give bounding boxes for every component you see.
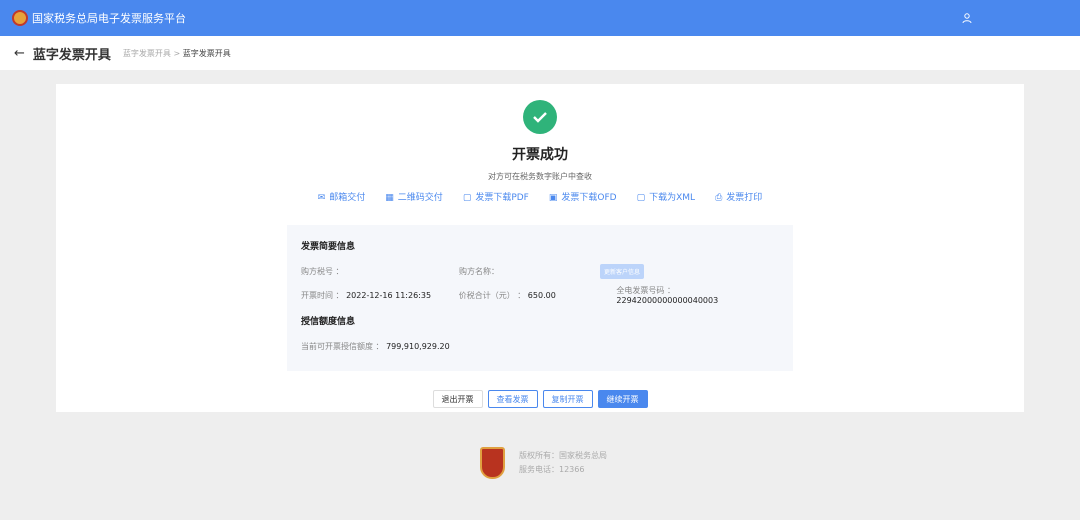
tax-bureau-logo	[480, 447, 505, 479]
page-title: 蓝字发票开具	[32, 47, 111, 63]
invoice-info-panel: 发票简要信息 购方税号 ： 购方名称： 更新客户信息 开票时间 ： 2022-1…	[287, 225, 793, 371]
buyer-tax-label: 购方税号 ：	[301, 266, 344, 276]
total-value: 650.00	[527, 290, 556, 300]
result-title: 开票成功	[512, 147, 568, 163]
service-phone: 服务电话：12366	[519, 465, 585, 474]
action-label: 发票下载OFD	[561, 193, 617, 203]
mail-icon: ✉	[317, 193, 326, 203]
action-label: 发票打印	[726, 193, 763, 203]
invoice-section-title: 发票简要信息	[301, 242, 356, 252]
breadcrumb: 蓝字发票开具 > 蓝字发票开具	[123, 48, 231, 59]
continue-button[interactable]: 继续开票	[597, 390, 648, 408]
breadcrumb-separator: >	[173, 48, 181, 58]
printer-icon: ⎙	[715, 193, 723, 203]
issue-time-value: 2022-12-16 11:26:35	[346, 290, 432, 300]
site-title: 国家税务总局电子发票服务平台	[32, 12, 186, 25]
update-customer-button[interactable]: 更新客户信息	[600, 264, 645, 279]
delivery-actions: ✉ 邮箱交付 ▦ 二维码交付 ▢ 发票下载PDF ▣ 发票下载OFD ▢ 下载为XML ⎙…	[56, 190, 1024, 203]
breadcrumb-current: 蓝字发票开具	[182, 48, 231, 58]
view-invoice-button[interactable]: 查看发票	[487, 390, 538, 408]
button-group: 退出开票 查看发票 复制开票 继续开票	[56, 390, 1024, 408]
action-download-ofd[interactable]: ▣ 发票下载OFD	[549, 190, 617, 203]
action-email-delivery[interactable]: ✉ 邮箱交付	[318, 190, 366, 203]
national-emblem-logo	[12, 10, 28, 26]
file-icon: ▢	[636, 193, 646, 203]
action-label: 发票下载PDF	[475, 193, 529, 203]
copy-invoice-button[interactable]: 复制开票	[542, 390, 593, 408]
credit-label: 当前可开票授信额度 ：	[301, 341, 384, 351]
action-print[interactable]: ⎙ 发票打印	[715, 190, 762, 203]
credit-section-title: 授信额度信息	[301, 317, 356, 327]
action-label: 邮箱交付	[329, 193, 366, 203]
action-label: 二维码交付	[397, 193, 443, 203]
issue-time-label: 开票时间 ：	[301, 290, 344, 300]
back-arrow-icon[interactable]: ←	[14, 46, 25, 61]
file-icon: ▢	[462, 193, 472, 203]
user-icon[interactable]	[962, 13, 972, 23]
page-header: ← 蓝字发票开具 蓝字发票开具 > 蓝字发票开具	[0, 36, 1080, 70]
credit-value: 799,910,929.20	[386, 341, 450, 351]
folder-icon: ▣	[548, 193, 558, 203]
result-subtitle: 对方可在税务数字账户中查收	[488, 172, 592, 181]
invoice-number-label: 全电发票号码 ：	[616, 286, 675, 295]
invoice-number-value: 22942000000000040003	[616, 296, 719, 305]
action-download-pdf[interactable]: ▢ 发票下载PDF	[463, 190, 529, 203]
action-download-xml[interactable]: ▢ 下载为XML	[637, 190, 695, 203]
success-check-icon	[523, 100, 557, 134]
breadcrumb-item[interactable]: 蓝字发票开具	[123, 49, 171, 58]
result-card: 开票成功 对方可在税务数字账户中查收 ✉ 邮箱交付 ▦ 二维码交付 ▢ 发票下载PDF…	[56, 84, 1024, 412]
exit-button[interactable]: 退出开票	[432, 390, 483, 408]
top-bar: 国家税务总局电子发票服务平台	[0, 0, 1080, 36]
qrcode-icon: ▦	[385, 193, 394, 203]
copyright-text: 版权所有：国家税务总局	[519, 451, 607, 460]
footer: 版权所有：国家税务总局 服务电话：12366	[480, 447, 607, 479]
buyer-name-label: 购方名称：	[459, 266, 499, 276]
action-qrcode-delivery[interactable]: ▦ 二维码交付	[385, 190, 443, 203]
action-label: 下载为XML	[649, 193, 696, 203]
total-label: 价税合计（元） ：	[458, 290, 526, 300]
